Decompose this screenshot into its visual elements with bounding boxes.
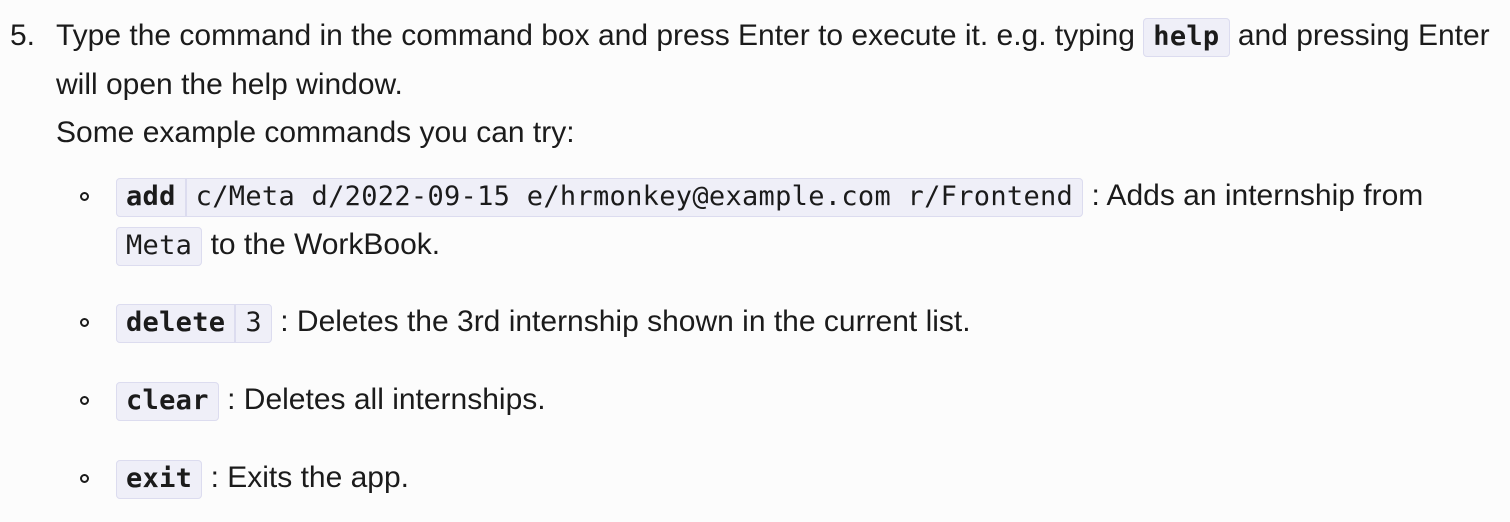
step-body: Type the command in the command box and … (56, 12, 1500, 157)
documentation-page: 5. Type the command in the command box a… (0, 0, 1510, 522)
list-item: delete 3 : Deletes the 3rd internship sho… (80, 298, 1500, 346)
list-item: clear : Deletes all internships. (80, 376, 1500, 424)
add-args-code: c/Meta d/2022-09-15 e/hrmonkey@example.c… (185, 178, 1084, 217)
help-command-code: help (1143, 18, 1230, 57)
clear-command-code: clear (116, 382, 219, 421)
delete-command-code: delete (116, 304, 236, 343)
delete-desc: : Deletes the 3rd internship shown in th… (271, 305, 971, 338)
step-text-before: Type the command in the command box and … (56, 19, 1144, 52)
exit-command-code: exit (116, 460, 203, 499)
step-subtext: Some example commands you can try: (56, 116, 575, 149)
list-item: exit : Exits the app. (80, 454, 1500, 502)
delete-args-code: 3 (235, 304, 272, 343)
add-command-code: add (116, 178, 186, 217)
add-desc-before: : Adds an internship from (1083, 179, 1424, 212)
exit-desc: : Exits the app. (202, 461, 410, 494)
bullet-icon (80, 192, 89, 201)
step-5: 5. Type the command in the command box a… (10, 12, 1500, 157)
list-item: add c/Meta d/2022-09-15 e/hrmonkey@exampl… (80, 172, 1500, 268)
meta-code: Meta (116, 227, 203, 266)
bullet-icon (80, 318, 89, 327)
step-number: 5. (10, 19, 36, 52)
add-desc-after: to the WorkBook. (202, 228, 441, 261)
example-commands-list: add c/Meta d/2022-09-15 e/hrmonkey@exampl… (80, 172, 1500, 502)
bullet-icon (80, 474, 89, 483)
bullet-icon (80, 396, 89, 405)
clear-desc: : Deletes all internships. (218, 383, 546, 416)
